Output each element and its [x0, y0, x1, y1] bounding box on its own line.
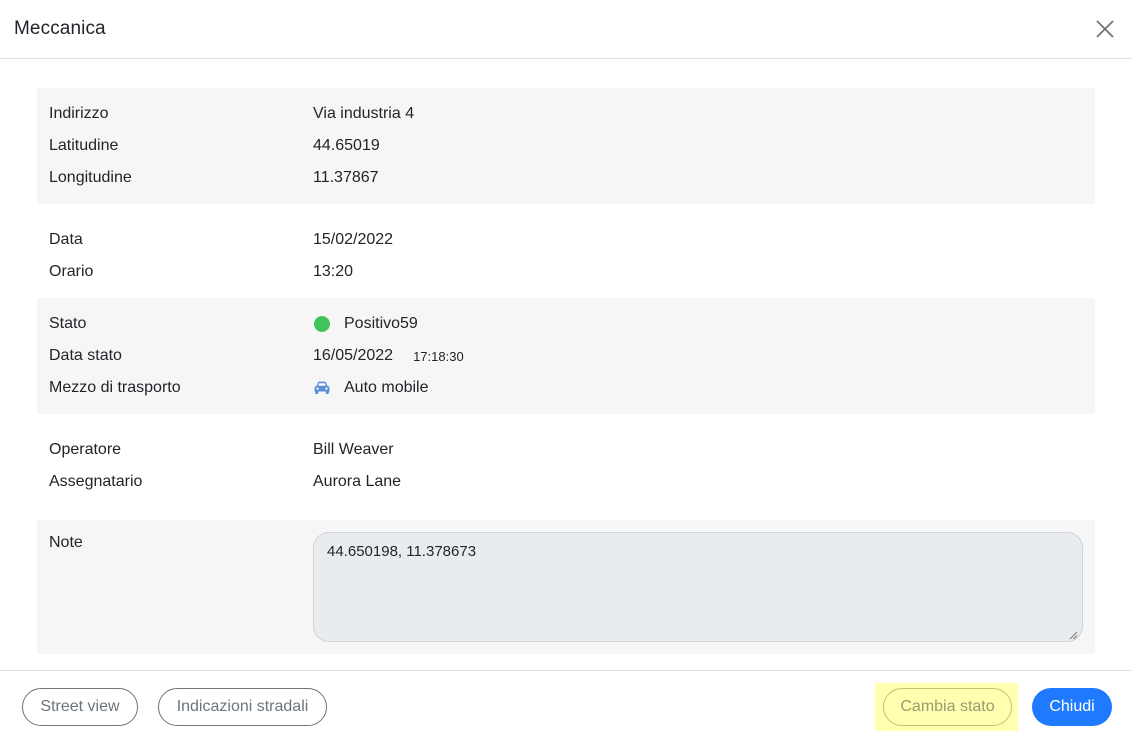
state-time-text: 17:18:30 [413, 348, 464, 364]
people-section: Operatore Bill Weaver Assegnatario Auror… [37, 414, 1095, 508]
longitude-label: Longitudine [49, 169, 132, 186]
longitude-row: Longitudine 11.37867 [49, 162, 1083, 194]
state-value: Positivo59 [313, 315, 418, 333]
assignee-label: Assegnatario [49, 473, 143, 490]
note-text: 44.650198, 11.378673 [327, 543, 477, 560]
status-dot-icon [314, 316, 330, 332]
transport-text: Auto mobile [344, 379, 429, 396]
detail-modal: Meccanica Indirizzo Via industria 4 Lati… [0, 0, 1132, 740]
status-section: Stato Positivo59 Data stato 16/05/2022 1… [37, 298, 1095, 414]
note-label: Note [49, 534, 83, 551]
transport-row: Mezzo di trasporto Auto mobile [49, 372, 1083, 404]
address-label: Indirizzo [49, 105, 109, 122]
note-textarea[interactable]: 44.650198, 11.378673 [313, 532, 1083, 642]
date-label: Data [49, 231, 83, 248]
operator-value: Bill Weaver [313, 441, 394, 458]
modal-title: Meccanica [14, 18, 106, 39]
modal-body: Indirizzo Via industria 4 Latitudine 44.… [0, 59, 1132, 654]
schedule-section: Data 15/02/2022 Orario 13:20 [37, 204, 1095, 298]
latitude-row: Latitudine 44.65019 [49, 130, 1083, 162]
close-icon[interactable] [1094, 18, 1116, 40]
directions-button[interactable]: Indicazioni stradali [158, 688, 327, 726]
modal-header: Meccanica [0, 0, 1132, 59]
operator-row: Operatore Bill Weaver [49, 434, 1083, 466]
time-row: Orario 13:20 [49, 256, 1083, 288]
state-date-text: 16/05/2022 [313, 347, 394, 364]
state-row: Stato Positivo59 [49, 308, 1083, 340]
transport-value: Auto mobile [313, 379, 429, 397]
latitude-label: Latitudine [49, 137, 119, 154]
location-section: Indirizzo Via industria 4 Latitudine 44.… [37, 88, 1095, 204]
resize-grip-icon[interactable] [1068, 627, 1078, 640]
date-value: 15/02/2022 [313, 231, 394, 248]
longitude-value: 11.37867 [313, 169, 379, 186]
change-state-button[interactable]: Cambia stato [883, 688, 1012, 726]
time-label: Orario [49, 263, 94, 280]
state-date-value: 16/05/2022 17:18:30 [313, 347, 464, 365]
address-value: Via industria 4 [313, 105, 415, 122]
close-button[interactable]: Chiudi [1032, 688, 1112, 726]
note-section: Note 44.650198, 11.378673 [37, 520, 1095, 654]
date-row: Data 15/02/2022 [49, 224, 1083, 256]
state-date-row: Data stato 16/05/2022 17:18:30 [49, 340, 1083, 372]
street-view-button[interactable]: Street view [22, 688, 138, 726]
transport-label: Mezzo di trasporto [49, 379, 181, 396]
car-icon [313, 380, 331, 396]
assignee-value: Aurora Lane [313, 473, 402, 490]
time-value: 13:20 [313, 263, 354, 280]
state-date-label: Data stato [49, 347, 122, 364]
modal-footer: Street view Indicazioni stradali Cambia … [0, 670, 1132, 740]
latitude-value: 44.65019 [313, 137, 380, 154]
state-label: Stato [49, 315, 87, 332]
address-row: Indirizzo Via industria 4 [49, 98, 1083, 130]
operator-label: Operatore [49, 441, 122, 458]
state-text: Positivo59 [344, 315, 418, 332]
assignee-row: Assegnatario Aurora Lane [49, 466, 1083, 498]
